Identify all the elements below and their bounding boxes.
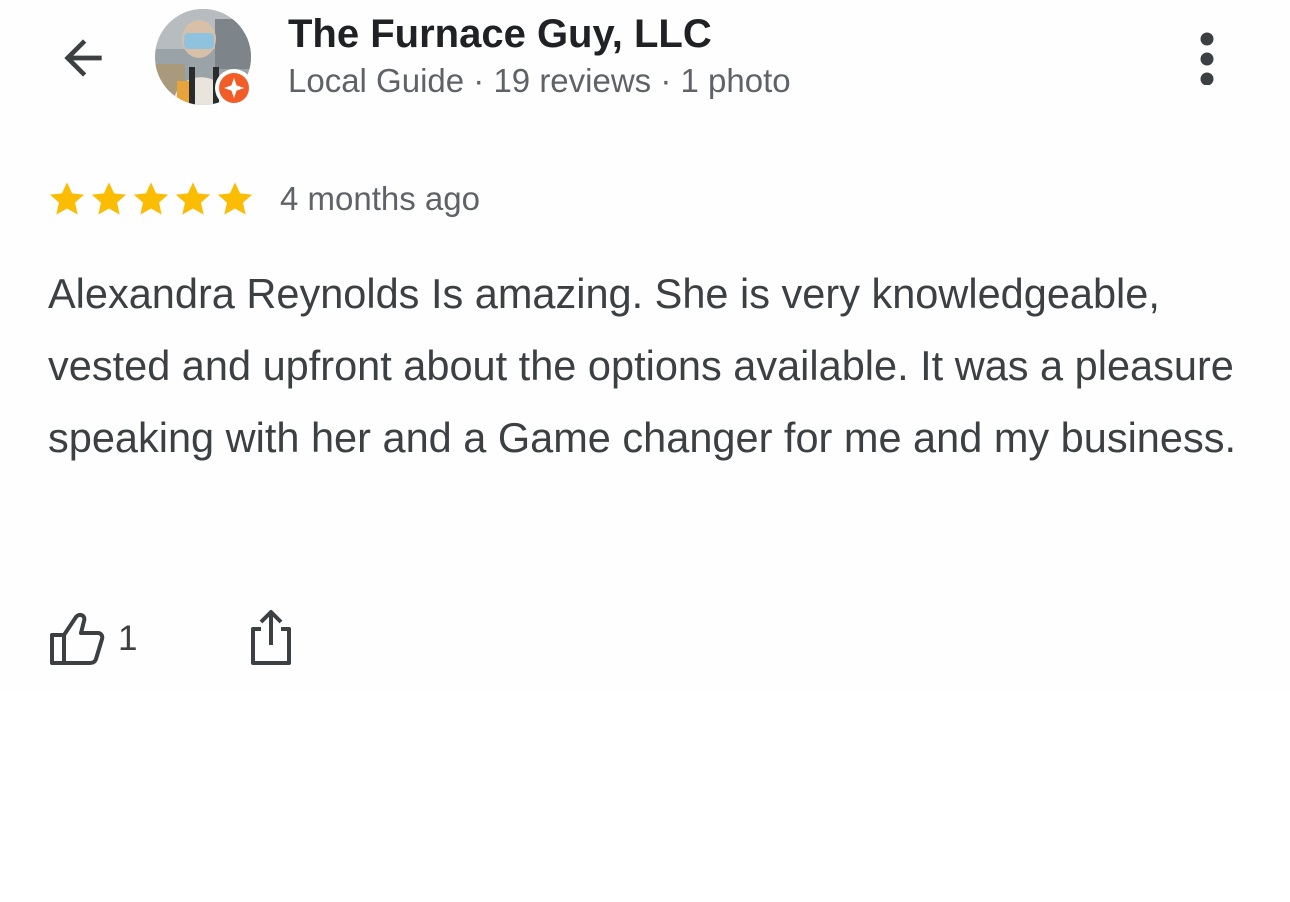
arrow-left-icon [64, 39, 102, 77]
star-icon [91, 182, 127, 215]
star-icon [175, 182, 211, 215]
author-meta: Local Guide · 19 reviews · 1 photo [288, 62, 791, 99]
review-text: Alexandra Reynolds Is amazing. She is ve… [48, 270, 1236, 461]
more-vertical-icon [1200, 32, 1214, 85]
rating-row: 4 months ago [46, 177, 480, 221]
back-button[interactable] [52, 27, 114, 89]
share-button[interactable] [240, 604, 302, 670]
thumbs-up-icon [50, 612, 105, 665]
local-guide-badge [215, 69, 253, 107]
avatar-wrapper [155, 9, 253, 107]
star-icon [217, 182, 253, 215]
review-time: 4 months ago [280, 180, 480, 217]
review-panel: The Furnace Guy, LLC Local Guide · 19 re… [0, 0, 1290, 690]
more-options-button[interactable] [1176, 24, 1238, 90]
share-icon [251, 610, 291, 665]
star-icon [49, 182, 85, 215]
local-guide-badge-icon [219, 73, 249, 103]
star-icon [133, 182, 169, 215]
like-button[interactable]: 1 [46, 606, 137, 672]
like-count: 1 [118, 619, 138, 658]
star-rating [46, 178, 256, 220]
author-name[interactable]: The Furnace Guy, LLC [288, 12, 712, 57]
